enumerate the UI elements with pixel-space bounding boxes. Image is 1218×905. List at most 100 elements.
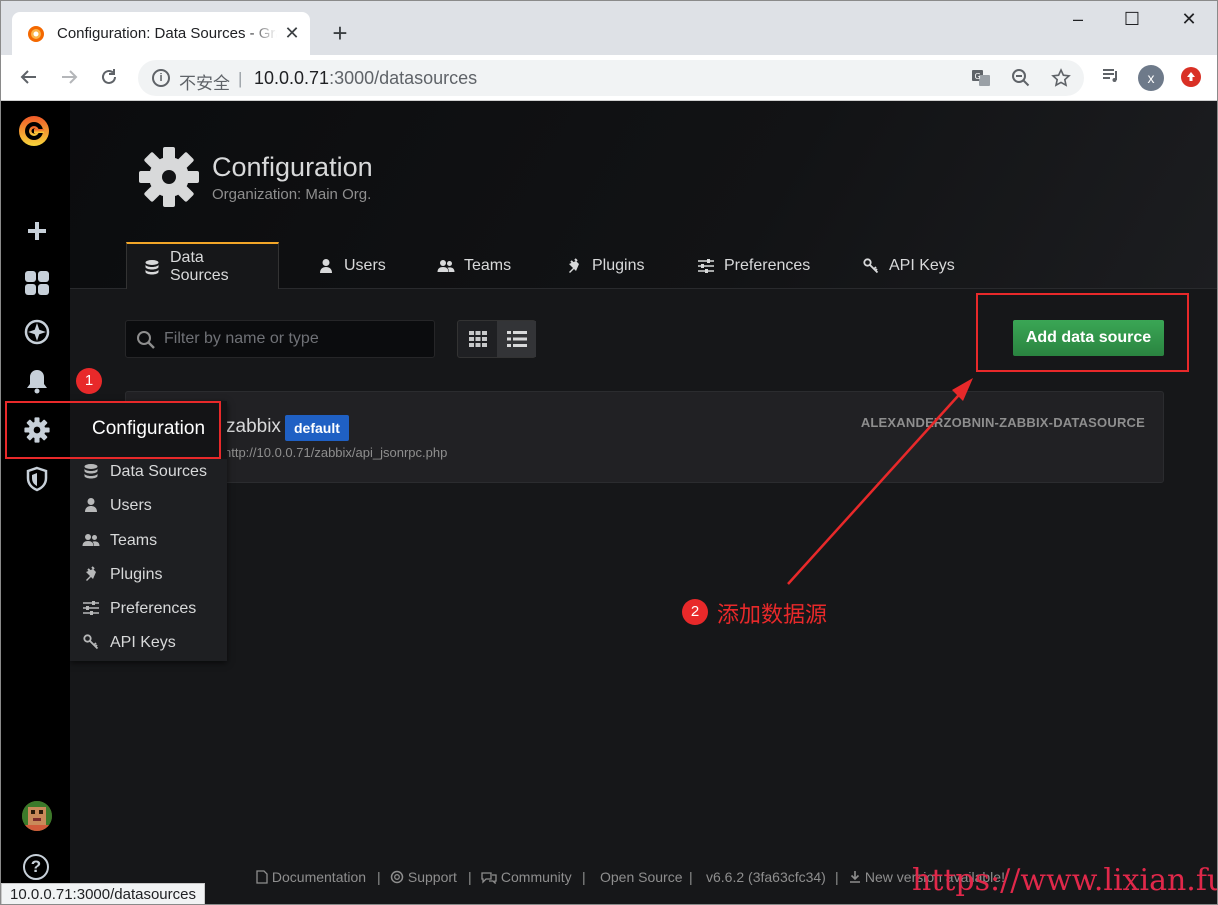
dashboards-icon[interactable] bbox=[21, 267, 53, 299]
media-queue-icon[interactable] bbox=[1098, 65, 1124, 91]
dropdown-item-preferences[interactable]: Preferences bbox=[80, 597, 196, 621]
grafana-logo-icon[interactable] bbox=[16, 113, 52, 149]
tab-label: Data Sources bbox=[169, 248, 229, 284]
footer-open-source-link[interactable]: Open Source bbox=[600, 869, 683, 885]
grafana-page: Configuration Organization: Main Org. Da… bbox=[1, 101, 1218, 904]
footer-separator: | bbox=[377, 869, 381, 885]
dropdown-item-data-sources[interactable]: Data Sources bbox=[80, 460, 207, 484]
filter-search-box[interactable] bbox=[125, 320, 435, 358]
annotation-label-add-datasource: 添加数据源 bbox=[717, 602, 828, 627]
sliders-icon bbox=[80, 600, 102, 619]
dropdown-item-api-keys[interactable]: API Keys bbox=[80, 631, 176, 655]
profile-avatar[interactable]: x bbox=[1138, 65, 1164, 91]
annotation-box-add-button bbox=[976, 293, 1189, 372]
dropdown-item-plugins[interactable]: Plugins bbox=[80, 563, 162, 587]
tab-api-keys[interactable]: API Keys bbox=[861, 242, 955, 289]
url-path: :3000/datasources bbox=[329, 68, 478, 88]
zoom-icon[interactable] bbox=[1010, 68, 1032, 90]
footer-documentation-link[interactable]: Documentation bbox=[256, 869, 366, 885]
info-icon[interactable]: i bbox=[152, 69, 170, 87]
user-avatar[interactable] bbox=[22, 801, 52, 831]
key-icon bbox=[861, 257, 881, 274]
config-tabs: Data Sources Users Teams Plugins Prefere… bbox=[70, 242, 1217, 289]
key-icon bbox=[80, 633, 102, 653]
maximize-icon[interactable]: ☐ bbox=[1117, 9, 1147, 33]
database-icon bbox=[80, 463, 102, 482]
footer-separator: | bbox=[835, 869, 839, 885]
tab-close-icon[interactable]: ✕ bbox=[282, 23, 302, 43]
dropdown-item-label: Preferences bbox=[110, 600, 197, 617]
translate-icon[interactable]: G bbox=[970, 68, 992, 90]
footer-documentation-label: Documentation bbox=[271, 869, 367, 885]
dropdown-item-label: Plugins bbox=[110, 566, 163, 583]
bookmark-star-icon[interactable] bbox=[1050, 68, 1072, 90]
datasource-name: zabbix bbox=[226, 416, 281, 437]
user-icon bbox=[80, 497, 102, 516]
annotation-step-1: 1 bbox=[76, 368, 102, 394]
insecure-label: 不安全 bbox=[179, 74, 230, 93]
svg-text:G: G bbox=[975, 72, 981, 81]
footer-separator: | bbox=[468, 869, 472, 885]
search-icon bbox=[137, 331, 155, 349]
browser-tab[interactable]: Configuration: Data Sources - Grafana ✕ bbox=[12, 12, 310, 55]
tab-label: Plugins bbox=[592, 256, 645, 274]
search-input[interactable] bbox=[164, 321, 429, 357]
list-view-icon[interactable] bbox=[497, 321, 536, 357]
datasource-url: http://10.0.0.71/zabbix/api_jsonrpc.php bbox=[224, 445, 448, 460]
page-title: Configuration bbox=[212, 152, 373, 182]
address-bar[interactable]: i 不安全 | 10.0.0.71:3000/datasources G bbox=[138, 60, 1084, 96]
create-plus-icon[interactable] bbox=[21, 215, 53, 247]
document-icon bbox=[256, 870, 268, 884]
tab-label: Preferences bbox=[724, 256, 811, 274]
forward-icon[interactable] bbox=[55, 63, 83, 91]
tab-teams[interactable]: Teams bbox=[436, 242, 511, 289]
lifebuoy-icon bbox=[390, 870, 404, 884]
tab-data-sources[interactable]: Data Sources bbox=[126, 242, 279, 289]
url-text: 10.0.0.71:3000/datasources bbox=[254, 68, 477, 89]
annotation-step-2: 2 bbox=[682, 599, 708, 625]
back-icon[interactable] bbox=[15, 63, 43, 91]
window-close-icon[interactable]: ✕ bbox=[1174, 9, 1204, 33]
tab-preferences[interactable]: Preferences bbox=[696, 242, 810, 289]
datasource-type: ALEXANDERZOBNIN-ZABBIX-DATASOURCE bbox=[860, 415, 1145, 430]
new-tab-icon[interactable]: + bbox=[326, 20, 354, 48]
database-icon bbox=[143, 259, 162, 275]
dropdown-item-label: Users bbox=[110, 497, 152, 514]
footer-separator: | bbox=[582, 869, 586, 885]
minimize-icon[interactable]: – bbox=[1063, 9, 1093, 33]
dropdown-item-teams[interactable]: Teams bbox=[80, 529, 157, 553]
server-admin-shield-icon[interactable] bbox=[21, 463, 53, 495]
footer-community-link[interactable]: Community bbox=[481, 869, 572, 885]
tab-users[interactable]: Users bbox=[316, 242, 386, 289]
footer-support-label: Support bbox=[407, 869, 457, 885]
comments-icon bbox=[481, 872, 497, 885]
default-badge: default bbox=[285, 415, 349, 441]
user-icon bbox=[316, 258, 336, 274]
update-arrow-icon[interactable] bbox=[1181, 67, 1201, 87]
browser-window: Configuration: Data Sources - Grafana ✕ … bbox=[0, 0, 1218, 905]
browser-titlebar: Configuration: Data Sources - Grafana ✕ … bbox=[1, 1, 1217, 55]
tab-title: Configuration: Data Sources - Grafana bbox=[57, 25, 277, 42]
tab-label: Teams bbox=[464, 256, 512, 274]
browser-toolbar: i 不安全 | 10.0.0.71:3000/datasources G x bbox=[1, 55, 1217, 101]
download-icon bbox=[850, 871, 860, 883]
configuration-gear-icon bbox=[139, 147, 199, 207]
datasource-card[interactable]: zabbix default http://10.0.0.71/zabbix/a… bbox=[125, 391, 1164, 483]
users-icon bbox=[436, 258, 456, 274]
url-host: 10.0.0.71 bbox=[254, 68, 330, 88]
tab-label: Users bbox=[344, 256, 386, 274]
reload-icon[interactable] bbox=[95, 63, 123, 91]
page-subtitle: Organization: Main Org. bbox=[212, 186, 372, 203]
grafana-favicon-icon bbox=[28, 26, 44, 42]
alerting-bell-icon[interactable] bbox=[21, 365, 53, 397]
dropdown-item-users[interactable]: Users bbox=[80, 494, 152, 518]
tab-plugins[interactable]: Plugins bbox=[564, 242, 644, 289]
explore-compass-icon[interactable] bbox=[21, 316, 53, 348]
dropdown-item-label: Data Sources bbox=[110, 463, 207, 480]
watermark-text: https://www.lixian.fun bbox=[912, 863, 1218, 898]
annotation-box-configuration bbox=[5, 401, 221, 459]
grid-view-icon[interactable] bbox=[458, 321, 497, 357]
footer-support-link[interactable]: Support bbox=[390, 869, 457, 885]
footer-version: v6.6.2 (3fa63cfc34) bbox=[706, 869, 826, 885]
footer-separator: | bbox=[689, 869, 693, 885]
